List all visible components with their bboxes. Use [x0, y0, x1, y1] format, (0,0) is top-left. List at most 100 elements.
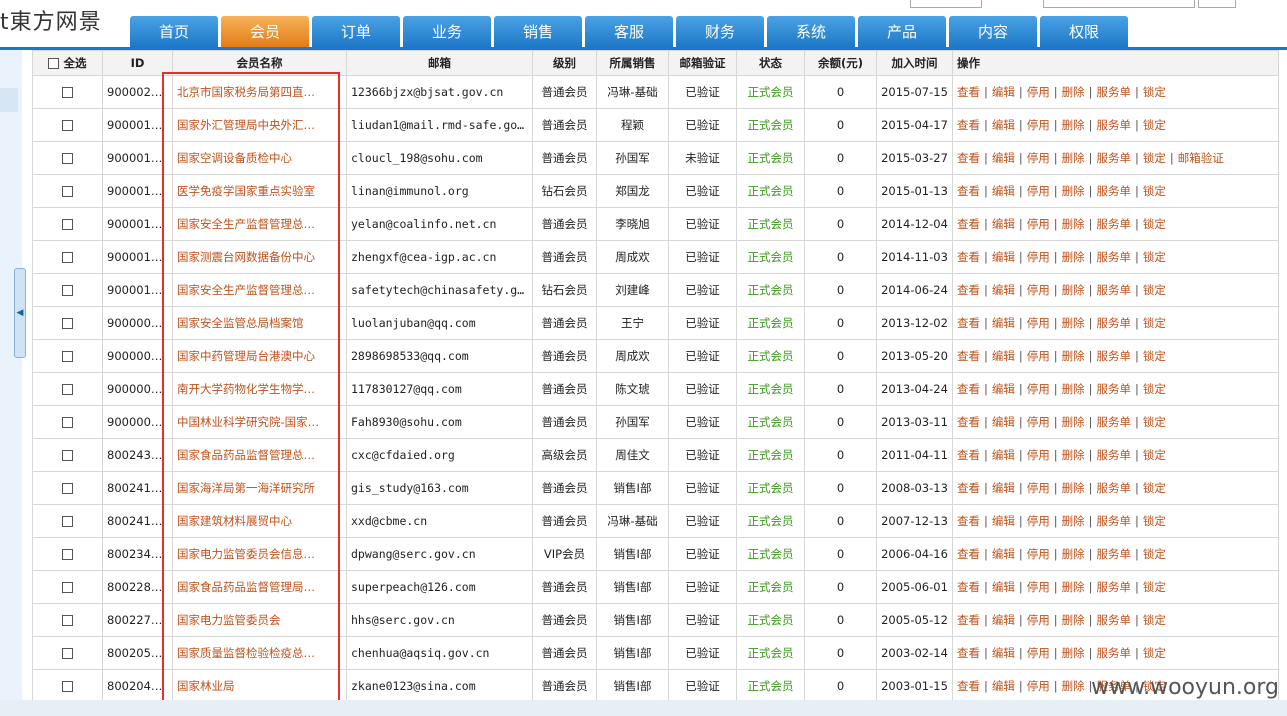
row-checkbox[interactable] — [62, 351, 73, 362]
nav-tab[interactable]: 权限 — [1040, 16, 1128, 48]
action-link[interactable]: 查看 — [957, 118, 980, 132]
action-link[interactable]: 服务单 — [1097, 118, 1132, 132]
member-name-link[interactable]: 国家建筑材料展贸中心 — [172, 504, 347, 538]
action-link[interactable]: 服务单 — [1097, 382, 1132, 396]
action-link[interactable]: 查看 — [957, 580, 980, 594]
action-link[interactable]: 删除 — [1062, 316, 1085, 330]
row-checkbox[interactable] — [62, 318, 73, 329]
action-link[interactable]: 删除 — [1062, 613, 1085, 627]
row-checkbox[interactable] — [62, 681, 73, 692]
row-checkbox[interactable] — [62, 549, 73, 560]
action-link[interactable]: 查看 — [957, 646, 980, 660]
action-link[interactable]: 删除 — [1062, 85, 1085, 99]
action-link[interactable]: 停用 — [1027, 151, 1050, 165]
action-link[interactable]: 锁定 — [1143, 349, 1166, 363]
action-link[interactable]: 停用 — [1027, 415, 1050, 429]
row-checkbox[interactable] — [62, 615, 73, 626]
action-link[interactable]: 锁定 — [1143, 85, 1166, 99]
header-email[interactable]: 邮箱 — [346, 50, 533, 76]
action-link[interactable]: 停用 — [1027, 85, 1050, 99]
row-checkbox[interactable] — [62, 219, 73, 230]
action-link[interactable]: 编辑 — [992, 382, 1015, 396]
action-link[interactable]: 锁定 — [1143, 448, 1166, 462]
action-link[interactable]: 锁定 — [1143, 646, 1166, 660]
action-link[interactable]: 删除 — [1062, 481, 1085, 495]
action-link[interactable]: 停用 — [1027, 679, 1050, 693]
action-link[interactable]: 查看 — [957, 85, 980, 99]
row-checkbox[interactable] — [62, 417, 73, 428]
member-name-link[interactable]: 国家电力监管委员会信息… — [172, 537, 347, 571]
member-name-link[interactable]: 国家外汇管理局中央外汇… — [172, 108, 347, 142]
action-link[interactable]: 服务单 — [1097, 283, 1132, 297]
row-checkbox[interactable] — [62, 483, 73, 494]
action-link[interactable]: 服务单 — [1097, 613, 1132, 627]
nav-tab[interactable]: 财务 — [676, 16, 764, 48]
member-name-link[interactable]: 南开大学药物化学生物学… — [172, 372, 347, 406]
action-link[interactable]: 锁定 — [1143, 118, 1166, 132]
action-link[interactable]: 锁定 — [1143, 514, 1166, 528]
member-name-link[interactable]: 国家安全监管总局档案馆 — [172, 306, 347, 340]
header-select-all[interactable]: 全选 — [32, 50, 103, 76]
action-link[interactable]: 查看 — [957, 349, 980, 363]
action-link[interactable]: 停用 — [1027, 448, 1050, 462]
member-name-link[interactable]: 国家电力监管委员会 — [172, 603, 347, 637]
header-id[interactable]: ID — [102, 50, 173, 76]
action-link[interactable]: 编辑 — [992, 85, 1015, 99]
action-link[interactable]: 删除 — [1062, 514, 1085, 528]
action-link[interactable]: 服务单 — [1097, 349, 1132, 363]
action-link[interactable]: 锁定 — [1143, 547, 1166, 561]
header-sales[interactable]: 所属销售 — [596, 50, 669, 76]
row-checkbox[interactable] — [62, 153, 73, 164]
action-link[interactable]: 删除 — [1062, 547, 1085, 561]
action-link[interactable]: 服务单 — [1097, 217, 1132, 231]
action-link[interactable]: 查看 — [957, 217, 980, 231]
row-checkbox[interactable] — [62, 516, 73, 527]
nav-tab[interactable]: 首页 — [130, 16, 218, 48]
action-link[interactable]: 锁定 — [1143, 382, 1166, 396]
member-name-link[interactable]: 国家中药管理局台港澳中心 — [172, 339, 347, 373]
action-link[interactable]: 编辑 — [992, 184, 1015, 198]
action-link[interactable]: 服务单 — [1097, 415, 1132, 429]
bottom-scrollbar[interactable] — [0, 700, 1287, 716]
row-checkbox[interactable] — [62, 285, 73, 296]
action-link[interactable]: 删除 — [1062, 349, 1085, 363]
member-name-link[interactable]: 国家食品药品监督管理总… — [172, 438, 347, 472]
action-link[interactable]: 查看 — [957, 547, 980, 561]
action-link[interactable]: 锁定 — [1143, 481, 1166, 495]
action-link[interactable]: 服务单 — [1097, 514, 1132, 528]
action-link[interactable]: 查看 — [957, 283, 980, 297]
action-link[interactable]: 查看 — [957, 679, 980, 693]
action-link[interactable]: 编辑 — [992, 646, 1015, 660]
action-link[interactable]: 查看 — [957, 448, 980, 462]
action-link[interactable]: 删除 — [1062, 415, 1085, 429]
nav-tab[interactable]: 内容 — [949, 16, 1037, 48]
action-link[interactable]: 编辑 — [992, 217, 1015, 231]
action-link[interactable]: 编辑 — [992, 415, 1015, 429]
action-link[interactable]: 停用 — [1027, 118, 1050, 132]
action-link[interactable]: 编辑 — [992, 151, 1015, 165]
action-link[interactable]: 停用 — [1027, 547, 1050, 561]
action-link[interactable]: 查看 — [957, 184, 980, 198]
action-link[interactable]: 删除 — [1062, 217, 1085, 231]
action-link[interactable]: 服务单 — [1097, 580, 1132, 594]
action-link[interactable]: 服务单 — [1097, 547, 1132, 561]
nav-tab[interactable]: 销售 — [494, 16, 582, 48]
header-name[interactable]: 会员名称 — [172, 50, 347, 76]
action-link[interactable]: 编辑 — [992, 481, 1015, 495]
action-link[interactable]: 编辑 — [992, 679, 1015, 693]
action-link[interactable]: 删除 — [1062, 382, 1085, 396]
member-name-link[interactable]: 国家安全生产监督管理总… — [172, 273, 347, 307]
action-link[interactable]: 删除 — [1062, 118, 1085, 132]
sidebar-selected-item[interactable] — [0, 88, 18, 112]
select-all-checkbox[interactable] — [48, 58, 60, 69]
header-email-verify[interactable]: 邮箱验证 — [668, 50, 737, 76]
action-link[interactable]: 删除 — [1062, 448, 1085, 462]
member-name-link[interactable]: 医学免疫学国家重点实验室 — [172, 174, 347, 208]
action-link[interactable]: 删除 — [1062, 646, 1085, 660]
action-link[interactable]: 停用 — [1027, 283, 1050, 297]
member-name-link[interactable]: 国家质量监督检验检疫总… — [172, 636, 347, 670]
action-link[interactable]: 锁定 — [1143, 283, 1166, 297]
action-link[interactable]: 锁定 — [1143, 184, 1166, 198]
action-link[interactable]: 查看 — [957, 151, 980, 165]
action-link[interactable]: 停用 — [1027, 481, 1050, 495]
